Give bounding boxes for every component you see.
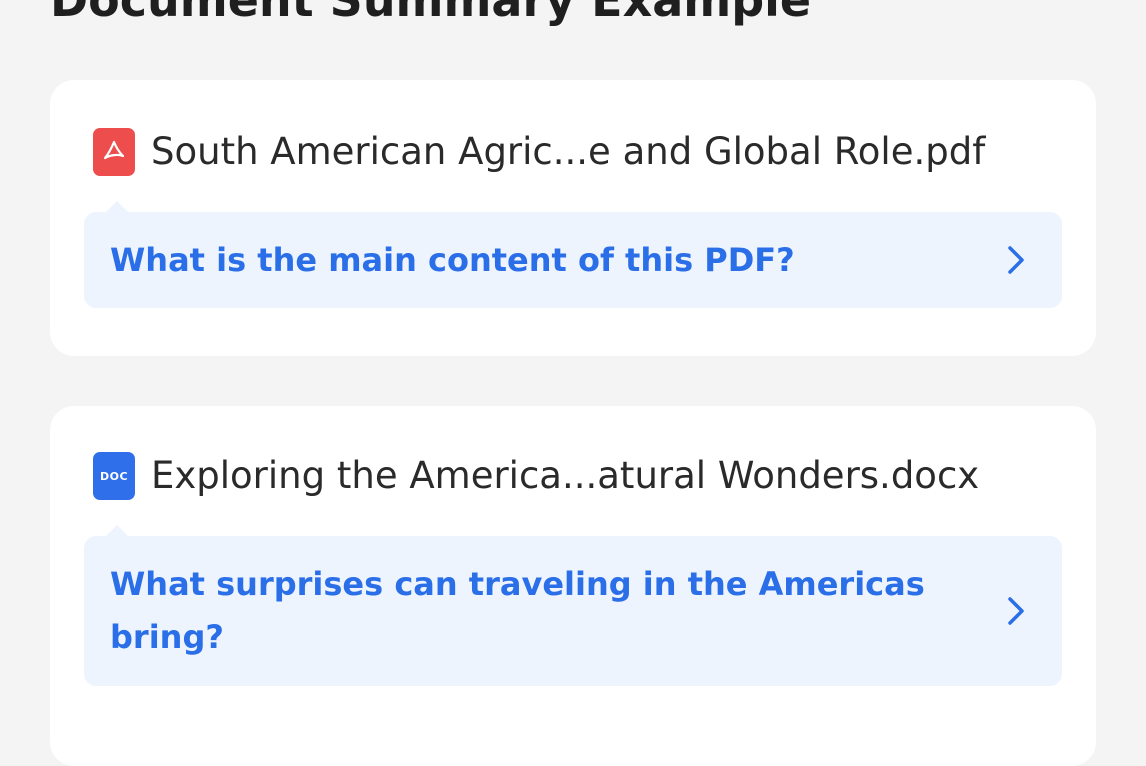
- document-card[interactable]: South American Agric...e and Global Role…: [50, 80, 1096, 356]
- file-row: DOC Exploring the America...atural Wonde…: [93, 451, 1066, 501]
- acrobat-icon: [103, 140, 125, 160]
- doc-icon-label: DOC: [99, 469, 129, 483]
- docx-icon: DOC: [93, 452, 135, 500]
- question-text: What is the main content of this PDF?: [110, 240, 795, 279]
- file-name: South American Agric...e and Global Role…: [151, 130, 986, 173]
- section-title: Document Summary Example: [50, 0, 812, 27]
- suggested-question-button[interactable]: What is the main content of this PDF?: [84, 201, 1062, 308]
- chevron-right-icon: [1008, 597, 1024, 625]
- question-text: What surprises can traveling in the Amer…: [110, 565, 925, 656]
- pdf-icon: [93, 128, 135, 176]
- file-row: South American Agric...e and Global Role…: [93, 127, 1066, 177]
- chevron-right-icon: [1008, 246, 1024, 274]
- document-card[interactable]: DOC Exploring the America...atural Wonde…: [50, 406, 1096, 766]
- suggested-question-button[interactable]: What surprises can traveling in the Amer…: [84, 525, 1062, 686]
- file-name: Exploring the America...atural Wonders.d…: [151, 454, 980, 497]
